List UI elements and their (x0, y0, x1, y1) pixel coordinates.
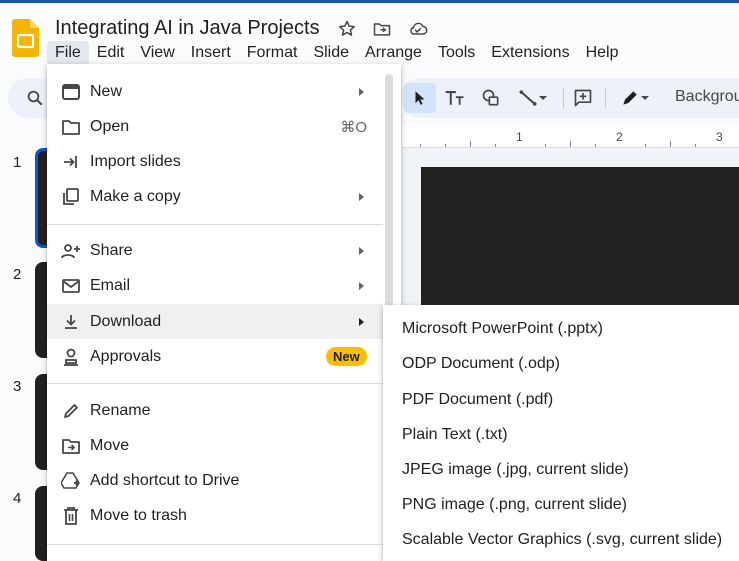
new-badge: New (326, 347, 367, 366)
document-title[interactable]: Integrating AI in Java Projects (55, 17, 320, 40)
menu-divider (47, 383, 383, 384)
select-tool-button[interactable] (404, 83, 436, 113)
chevron-right-icon (359, 246, 364, 255)
chevron-right-icon (359, 192, 364, 201)
folder-move-icon (61, 436, 81, 456)
menu-item-make-a-copy[interactable]: Make a copy (47, 179, 383, 214)
menu-item-add-shortcut[interactable]: Add shortcut to Drive (47, 463, 383, 498)
pen-button[interactable] (612, 83, 658, 113)
add-comment-icon (574, 89, 592, 107)
chevron-down-icon (539, 96, 547, 100)
shape-button[interactable] (476, 83, 506, 113)
menu-item-label: Share (90, 241, 133, 259)
menu-item-approvals[interactable]: Approvals New (47, 339, 383, 374)
menu-item-import-slides[interactable]: Import slides (47, 144, 383, 179)
text-box-icon (445, 91, 464, 105)
menu-item-label: Download (90, 312, 162, 330)
person-add-icon (61, 241, 81, 261)
chevron-down-icon (641, 96, 649, 100)
slide-number: 2 (13, 266, 22, 283)
keyboard-shortcut: ⌘O (340, 118, 367, 136)
folder-move-icon[interactable] (370, 17, 394, 41)
slide-number: 4 (13, 490, 22, 507)
chevron-right-icon (359, 87, 364, 96)
menu-item-label: Import slides (90, 152, 181, 170)
ruler-label: 2 (616, 130, 623, 144)
presentation-icon (61, 82, 81, 102)
menu-item-move-to-trash[interactable]: Move to trash (47, 498, 383, 533)
menu-item-label: Approvals (90, 347, 162, 365)
download-txt[interactable]: Plain Text (.txt) (383, 417, 739, 452)
slide-number: 1 (13, 154, 22, 171)
search-icon (27, 90, 43, 106)
chevron-right-icon (359, 281, 364, 290)
toolbar-divider (605, 88, 606, 108)
horizontal-ruler: 1 2 3 (402, 126, 739, 148)
submenu-item-label: PDF Document (.pdf) (402, 390, 554, 408)
menu-item-label: Email (90, 276, 131, 294)
drive-shortcut-icon (61, 471, 81, 491)
menu-item-share[interactable]: Share (47, 233, 383, 268)
download-jpg[interactable]: JPEG image (.jpg, current slide) (383, 452, 739, 487)
ruler-label: 1 (516, 130, 523, 144)
menu-item-download[interactable]: Download (47, 304, 383, 339)
menu-item-new[interactable]: New (47, 74, 383, 109)
menu-extensions[interactable]: Extensions (483, 41, 577, 67)
import-icon (61, 152, 81, 172)
email-icon (61, 276, 81, 296)
background-button[interactable]: Backgrou (675, 88, 739, 106)
menu-item-label: Rename (90, 401, 151, 419)
menu-item-open[interactable]: Open ⌘O (47, 109, 383, 144)
download-submenu: Microsoft PowerPoint (.pptx) ODP Documen… (383, 305, 739, 561)
download-svg[interactable]: Scalable Vector Graphics (.svg, current … (383, 522, 739, 557)
toolbar-divider (563, 88, 564, 108)
copy-icon (61, 187, 81, 207)
submenu-item-label: PNG image (.png, current slide) (402, 495, 627, 513)
download-png[interactable]: PNG image (.png, current slide) (383, 487, 739, 522)
menu-item-label: Move (90, 436, 130, 454)
toolbar: Backgrou (400, 78, 739, 118)
download-pdf[interactable]: PDF Document (.pdf) (383, 382, 739, 417)
menu-item-label: Move to trash (90, 506, 187, 524)
chevron-right-icon (359, 317, 364, 326)
pen-icon (623, 91, 637, 105)
menu-item-label: Make a copy (90, 187, 181, 205)
star-icon[interactable] (335, 17, 359, 41)
menu-divider (47, 544, 383, 545)
submenu-item-label: JPEG image (.jpg, current slide) (402, 460, 629, 478)
menu-item-label: New (90, 82, 123, 100)
menu-item-email[interactable]: Email (47, 268, 383, 303)
cursor-icon (415, 91, 425, 105)
menu-help[interactable]: Help (578, 41, 627, 67)
ruler-label: 3 (716, 130, 723, 144)
download-pptx[interactable]: Microsoft PowerPoint (.pptx) (383, 311, 739, 346)
pencil-icon (61, 401, 81, 421)
menu-item-rename[interactable]: Rename (47, 393, 383, 428)
download-odp[interactable]: ODP Document (.odp) (383, 346, 739, 381)
slides-logo-icon[interactable] (12, 19, 39, 57)
cloud-saved-icon[interactable] (406, 17, 430, 41)
folder-open-icon (61, 117, 81, 137)
approvals-icon (61, 347, 81, 367)
submenu-item-label: Plain Text (.txt) (402, 425, 508, 443)
add-comment-button[interactable] (568, 83, 598, 113)
trash-icon (61, 506, 81, 526)
line-button[interactable] (510, 83, 556, 113)
submenu-item-label: Microsoft PowerPoint (.pptx) (402, 319, 603, 337)
menu-item-label: Add shortcut to Drive (90, 471, 240, 489)
menu-item-move[interactable]: Move (47, 428, 383, 463)
menu-divider (47, 224, 383, 225)
text-box-button[interactable] (440, 83, 470, 113)
file-menu: New Open ⌘O Import slides Make a copy Sh… (47, 64, 401, 561)
shapes-icon (482, 89, 499, 106)
submenu-item-label: Scalable Vector Graphics (.svg, current … (402, 530, 723, 548)
line-icon (519, 90, 537, 106)
submenu-item-label: ODP Document (.odp) (402, 354, 560, 372)
download-icon (61, 312, 81, 332)
menu-item-label: Open (90, 117, 130, 135)
slide-number: 3 (13, 378, 22, 395)
menu-tools[interactable]: Tools (430, 41, 483, 67)
